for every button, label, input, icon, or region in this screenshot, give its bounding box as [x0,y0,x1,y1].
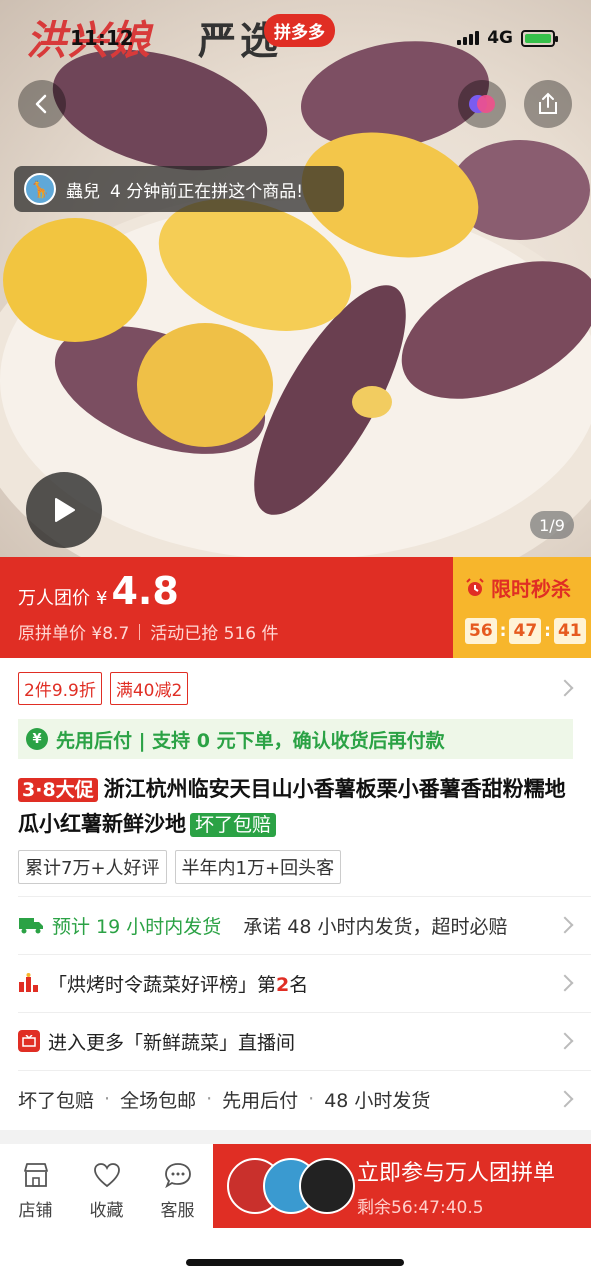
ranking-number: 2 [276,973,290,996]
promo-tag[interactable]: 2件9.9折 [18,672,102,705]
ranking-icon [19,973,38,992]
product-photo [0,41,591,557]
price-block: 万人团价 ¥ 4.8 原拼单价 ¥8.7 活动已抢 516 件 [0,557,453,658]
service-dot: · [104,1088,111,1110]
store-button[interactable]: 店铺 [0,1144,71,1238]
countdown-sep: : [499,621,507,641]
toast-text: 4 分钟前正在拼这个商品! [110,181,304,202]
customer-service-button[interactable]: 客服 [142,1144,213,1238]
gallery-page-indicator: 1/9 [530,511,574,539]
group-activity-toast: 🦒 蟲兒 4 分钟前正在拼这个商品! [14,166,344,212]
network-label: 4G [487,28,513,48]
coin-icon [469,95,495,113]
chevron-right-icon[interactable] [556,679,574,697]
share-button[interactable] [524,80,572,128]
store-label: 店铺 [18,1200,53,1221]
ranking-prefix: 「烘烤时令蔬菜好评榜」第 [48,973,277,996]
guarantee-badge: 坏了包赔 [190,813,277,837]
product-title-text: 浙江杭州临安天目山小香薯板栗小番薯香甜粉糯地瓜小红薯新鲜沙地 [18,777,566,836]
signal-icon [457,31,480,45]
live-tv-icon [18,1030,40,1052]
favorite-label: 收藏 [89,1200,124,1221]
back-button[interactable] [18,80,66,128]
product-title: 3·8大促 浙江杭州临安天目山小香薯板栗小番薯香甜粉糯地瓜小红薯新鲜沙地 坏了包赔 [18,772,578,842]
join-group-buy-button[interactable]: 立即参与万人团拼单 剩余56:47:40.5 [213,1144,591,1228]
status-time: 11:12 [70,26,134,50]
platform-badge: 拼多多 [264,14,335,47]
service-item: 48 小时发货 [324,1089,431,1112]
truck-icon [19,918,43,934]
promo-tags[interactable]: 2件9.9折 满40减2 [18,672,189,705]
participant-avatars [227,1151,357,1221]
countdown-seconds: 41 [553,618,586,644]
alarm-clock-icon [466,577,484,596]
chevron-left-icon [35,94,47,114]
status-indicators: 4G [457,28,558,48]
flash-sale-title: 限时秒杀 [491,577,571,601]
price-currency: ¥ [96,588,108,609]
heart-icon [93,1162,120,1187]
original-price: 原拼单价 ¥8.7 [18,624,130,644]
avatar [299,1158,355,1214]
sold-count: 活动已抢 516 件 [150,624,279,644]
bottom-action-bar: 店铺 收藏 客服 立即参与万人团拼单 剩余56:47:40.5 [0,1144,591,1238]
toast-user: 蟲兒 [66,181,100,202]
cta-label: 立即参与万人团拼单 [357,1160,556,1186]
countdown-timer: 56 : 47 : 41 [465,618,591,644]
review-tag: 累计7万+人好评 [18,850,167,884]
promo-tag[interactable]: 满40减2 [109,672,189,705]
review-tag: 半年内1万+回头客 [174,850,342,884]
ranking-text: 「烘烤时令蔬菜好评榜」第2名 [48,970,308,997]
user-avatar: 🦒 [24,173,56,205]
coupon-button[interactable] [458,80,506,128]
review-tags: 累计7万+人好评 半年内1万+回头客 [18,850,342,884]
service-item: 坏了包赔 [18,1089,95,1112]
service-item: 先用后付 [222,1089,299,1112]
cta-remaining: 剩余56:47:40.5 [357,1197,484,1218]
service-dot: · [308,1088,315,1110]
favorite-button[interactable]: 收藏 [71,1144,142,1238]
service-dot: · [206,1088,213,1110]
store-icon [23,1162,48,1187]
product-image-gallery[interactable]: 洪兴娘 严选 拼多多 11:12 4G 🦒 蟲兒 4 分钟前正在拼这个商品! 1… [0,0,591,557]
chat-icon [164,1162,191,1188]
video-play-button[interactable] [26,472,102,548]
price-banner: 万人团价 ¥ 4.8 原拼单价 ¥8.7 活动已抢 516 件 限时秒杀 56 … [0,557,591,658]
service-item: 全场包邮 [120,1089,197,1112]
shipping-estimate: 预计 19 小时内发货 [52,915,222,938]
pay-later-text: 先用后付 | 支持 0 元下单，确认收货后再付款 [56,729,445,752]
play-icon [55,498,75,522]
countdown-minutes: 47 [509,618,542,644]
pay-later-banner: ¥ 先用后付 | 支持 0 元下单，确认收货后再付款 [18,719,573,759]
price-divider [139,623,141,640]
live-room-text: 进入更多「新鲜蔬菜」直播间 [48,1031,296,1054]
live-room-row[interactable]: 进入更多「新鲜蔬菜」直播间 [18,1013,573,1069]
price-value: 4.8 [111,569,179,613]
countdown-hours: 56 [465,618,497,644]
promo-event-badge: 3·8大促 [18,778,98,802]
battery-icon [521,29,558,47]
section-gap [0,1130,591,1144]
service-guarantees-row[interactable]: 坏了包赔 · 全场包邮 · 先用后付 · 48 小时发货 [18,1071,573,1127]
customer-service-label: 客服 [160,1200,195,1221]
countdown-sep: : [544,621,551,641]
pay-later-icon: ¥ [26,728,48,750]
ranking-suffix: 名 [289,973,309,996]
price-label: 万人团价 [18,588,90,609]
shipping-promise: 承诺 48 小时内发货，超时必赔 [243,915,508,938]
shipping-row[interactable]: 预计 19 小时内发货 承诺 48 小时内发货，超时必赔 [18,897,573,953]
ranking-row[interactable]: 「烘烤时令蔬菜好评榜」第2名 [18,955,573,1011]
flash-sale-block: 限时秒杀 56 : 47 : 41 [453,557,591,658]
share-icon [539,92,557,114]
home-indicator [186,1259,404,1266]
